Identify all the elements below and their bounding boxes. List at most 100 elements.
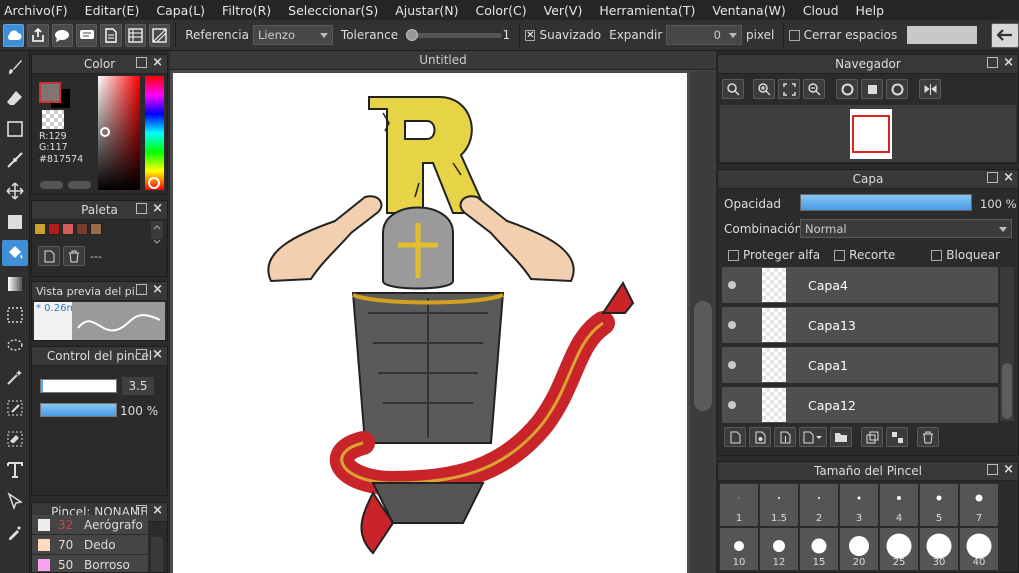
visibility-eye-icon[interactable] [728,321,736,329]
brush-size-cell[interactable]: 20 [840,528,878,570]
delete-layer-button[interactable] [917,427,939,447]
transparent-swatch[interactable] [42,110,64,129]
comment-button[interactable] [51,23,73,47]
duplicate-layer-button[interactable] [861,427,883,447]
hue-slider[interactable] [145,76,164,190]
expand-spinner[interactable]: 0 [666,25,742,45]
operation-tool[interactable] [2,488,28,514]
foreground-color-swatch[interactable] [39,82,61,103]
close-icon[interactable]: × [152,201,163,216]
palette-swatch[interactable] [62,223,74,235]
canvas-tab[interactable]: Untitled [170,51,716,70]
layer-row[interactable]: Capa4 [722,267,998,305]
close-icon[interactable]: × [1003,170,1014,185]
undo-button[interactable] [991,22,1019,48]
rectangle-tool[interactable] [2,116,28,142]
hue-slider-knob[interactable] [148,177,160,189]
bucket-tool[interactable] [2,240,28,266]
undock-icon[interactable] [987,172,998,183]
line-tool[interactable] [2,147,28,173]
cloud-button[interactable] [3,23,25,47]
scrollbar-thumb[interactable] [694,301,712,411]
saturation-value-picker[interactable] [98,76,140,190]
color-slider-right[interactable] [68,181,91,189]
eraser-tool[interactable] [2,85,28,111]
protect-alpha-checkbox[interactable] [728,249,739,261]
select-pen-tool[interactable] [2,395,28,421]
brush-size-cell[interactable]: 1.5 [760,484,798,526]
undock-icon[interactable] [136,349,147,360]
layer-row[interactable]: Capa13 [722,307,998,345]
brush-size-cell[interactable]: 2 [800,484,838,526]
rotate-right-button[interactable] [886,79,908,99]
menu-ajustar[interactable]: Ajustar(N) [395,3,458,18]
select-rect-tool[interactable] [2,302,28,328]
brush-list-scrollbar[interactable] [151,537,163,572]
canvas-page[interactable] [173,73,687,573]
new-8bit-layer-button[interactable] [749,427,771,447]
brush-size-cell[interactable]: 3 [840,484,878,526]
eyedropper-tool[interactable] [2,519,28,545]
canvas-vertical-scrollbar[interactable] [690,71,716,573]
menu-seleccionar[interactable]: Seleccionar(S) [288,3,378,18]
reset-view-button[interactable] [861,79,883,99]
palette-swatch[interactable] [90,223,102,235]
brush-size-cell[interactable]: 15 [800,528,838,570]
brush-size-cell[interactable]: 1 [720,484,758,526]
layer-row[interactable]: Capa12 [722,387,998,425]
undock-icon[interactable] [987,464,998,475]
tolerance-slider[interactable] [406,29,503,41]
menu-help[interactable]: Help [856,3,885,18]
brush-size-cell[interactable]: 12 [760,528,798,570]
lasso-tool[interactable] [2,333,28,359]
visibility-eye-icon[interactable] [728,401,736,409]
add-layer-menu-button[interactable] [799,427,827,447]
navigator-preview[interactable] [720,105,1016,162]
share-button[interactable] [27,23,49,47]
text-bubble-button[interactable] [75,23,98,47]
menu-color[interactable]: Color(C) [475,3,526,18]
palette-swatch[interactable] [48,223,60,235]
menu-editar[interactable]: Editar(E) [85,3,140,18]
new-layer-button[interactable] [724,427,746,447]
menu-herramienta[interactable]: Herramienta(T) [599,3,695,18]
brush-size-cell[interactable]: 40 [960,528,998,570]
list-item[interactable]: 70 Dedo [32,535,148,555]
brush-size-cell[interactable]: 10 [720,528,758,570]
menu-capa[interactable]: Capa(L) [156,3,205,18]
reference-select[interactable]: Lienzo [252,25,333,45]
document-button[interactable] [100,23,122,47]
palette-swatch[interactable] [34,223,46,235]
close-icon[interactable]: × [152,282,163,297]
menu-cloud[interactable]: Cloud [803,3,839,18]
lock-checkbox[interactable] [931,249,943,261]
pattern-button[interactable] [148,23,171,47]
color-picker-cursor[interactable] [100,127,110,137]
tolerance-slider-knob[interactable] [406,29,419,41]
close-icon[interactable]: × [1003,462,1014,477]
magic-wand-tool[interactable] [2,364,28,390]
smooth-checkbox[interactable]: ✕ [525,29,536,41]
brush-size-cell[interactable]: 30 [920,528,958,570]
undock-icon[interactable] [136,284,147,295]
zoom-in-button[interactable] [753,79,775,99]
clipping-checkbox[interactable] [834,249,846,261]
menu-ver[interactable]: Ver(V) [544,3,583,18]
text-tool[interactable] [2,457,28,483]
move-tool[interactable] [2,178,28,204]
zoom-out-button[interactable] [803,79,825,99]
palette-swatch[interactable] [76,223,88,235]
layer-opacity-slider[interactable] [800,194,972,211]
brush-size-cell[interactable]: 5 [920,484,958,526]
close-icon[interactable]: × [152,55,163,70]
close-icon[interactable]: × [152,347,163,362]
undock-icon[interactable] [136,57,147,68]
visibility-eye-icon[interactable] [728,361,736,369]
close-gaps-checkbox[interactable] [789,29,800,41]
new-palette-button[interactable] [38,246,60,266]
palette-scrollbar[interactable] [151,221,163,244]
blend-mode-select[interactable]: Normal [800,219,1012,238]
close-icon[interactable]: × [1003,55,1014,70]
navigator-viewport-frame[interactable] [852,115,890,153]
brush-opacity-slider[interactable] [40,403,117,417]
